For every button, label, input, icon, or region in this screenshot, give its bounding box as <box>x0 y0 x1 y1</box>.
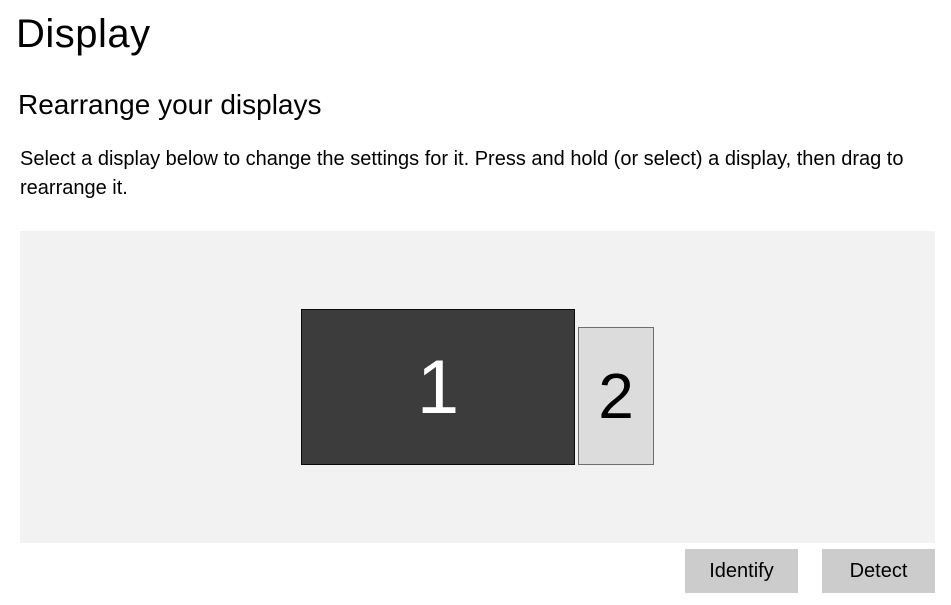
monitor-row: 1 2 <box>301 309 654 465</box>
monitor-label: 2 <box>598 359 634 433</box>
detect-button[interactable]: Detect <box>822 549 935 593</box>
identify-button[interactable]: Identify <box>685 549 798 593</box>
page-title: Display <box>0 0 951 57</box>
display-monitor-1[interactable]: 1 <box>301 309 575 465</box>
section-description: Select a display below to change the set… <box>0 121 920 203</box>
section-title: Rearrange your displays <box>0 57 951 121</box>
monitor-label: 1 <box>417 344 459 431</box>
display-monitor-2[interactable]: 2 <box>578 327 654 465</box>
display-arrangement-area[interactable]: 1 2 <box>20 231 935 543</box>
button-row: Identify Detect <box>0 549 935 593</box>
